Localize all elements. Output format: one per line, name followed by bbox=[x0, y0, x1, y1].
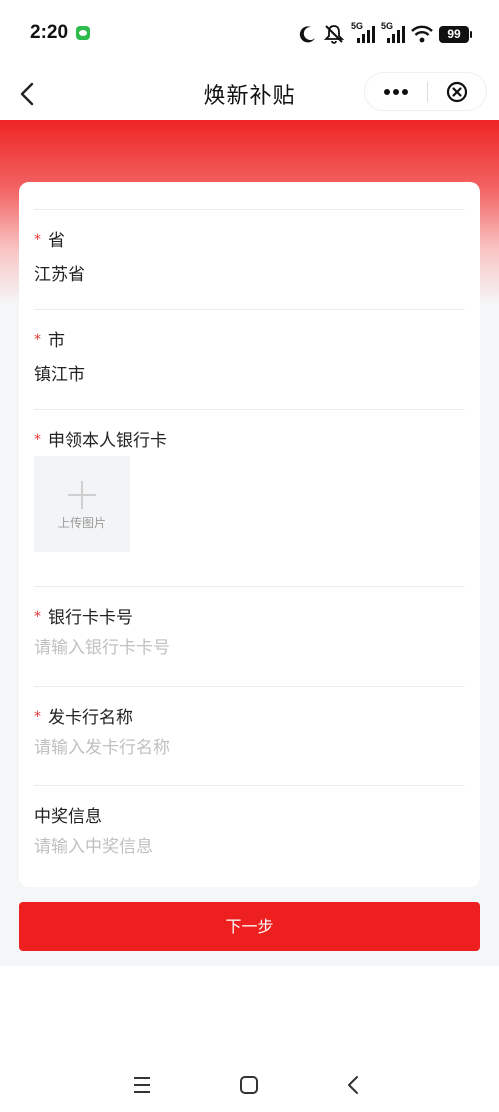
card-number-label: * 银行卡卡号 bbox=[34, 608, 133, 628]
mute-icon bbox=[323, 25, 345, 44]
back-icon bbox=[348, 1076, 358, 1094]
divider bbox=[34, 686, 465, 687]
divider bbox=[34, 586, 465, 587]
divider bbox=[34, 209, 465, 210]
required-mark: * bbox=[34, 609, 41, 625]
prize-info-label: 中奖信息 bbox=[34, 807, 102, 827]
next-step-button[interactable]: 下一步 bbox=[19, 902, 480, 951]
prize-info-input[interactable] bbox=[34, 834, 454, 860]
required-mark: * bbox=[34, 709, 41, 725]
divider bbox=[34, 409, 465, 410]
status-icons: 5G 5G 99 bbox=[299, 21, 472, 46]
nav-bar: 焕新补贴 bbox=[0, 68, 499, 120]
required-mark: * bbox=[34, 332, 41, 348]
home-icon bbox=[240, 1076, 258, 1094]
home-button[interactable] bbox=[236, 1072, 262, 1098]
issuing-bank-label: * 发卡行名称 bbox=[34, 708, 133, 728]
wifi-icon bbox=[411, 25, 433, 43]
battery-indicator: 99 bbox=[439, 25, 472, 43]
close-circle-icon bbox=[446, 81, 468, 102]
divider bbox=[34, 785, 465, 786]
close-button[interactable] bbox=[428, 73, 486, 110]
required-mark: * bbox=[34, 432, 41, 448]
moon-icon bbox=[299, 26, 315, 43]
card-number-input[interactable] bbox=[34, 635, 454, 661]
province-value[interactable]: 江苏省 bbox=[34, 260, 85, 285]
province-label: * 省 bbox=[34, 231, 65, 251]
status-time: 2:20 bbox=[30, 22, 69, 43]
mini-program-capsule bbox=[364, 72, 487, 111]
menu-icon bbox=[134, 1077, 150, 1093]
upload-text: 上传图片 bbox=[57, 516, 106, 530]
city-value[interactable]: 镇江市 bbox=[34, 360, 85, 385]
bank-card-label: * 申领本人银行卡 bbox=[34, 431, 167, 451]
wechat-notification-icon bbox=[76, 26, 90, 40]
divider bbox=[34, 309, 465, 310]
more-button[interactable] bbox=[365, 73, 427, 110]
signal-5g-icon: 5G bbox=[351, 21, 375, 44]
system-nav-bar bbox=[0, 1056, 499, 1112]
plus-icon bbox=[68, 481, 96, 509]
required-mark: * bbox=[34, 232, 41, 248]
more-dots-icon bbox=[384, 88, 408, 95]
form-card: *省 江苏省 *市 镇江市 *申领本人银行卡 上传图片 *银行卡卡号 *发卡行名… bbox=[19, 182, 480, 887]
menu-button[interactable] bbox=[129, 1072, 155, 1098]
city-label: * 市 bbox=[34, 331, 65, 351]
signal-5g-icon: 5G bbox=[381, 21, 405, 44]
issuing-bank-input[interactable] bbox=[34, 735, 454, 761]
system-back-button[interactable] bbox=[341, 1072, 367, 1098]
bank-card-upload-button[interactable]: 上传图片 bbox=[34, 456, 130, 552]
status-bar: 2:20 5G 5G 99 bbox=[0, 0, 499, 68]
